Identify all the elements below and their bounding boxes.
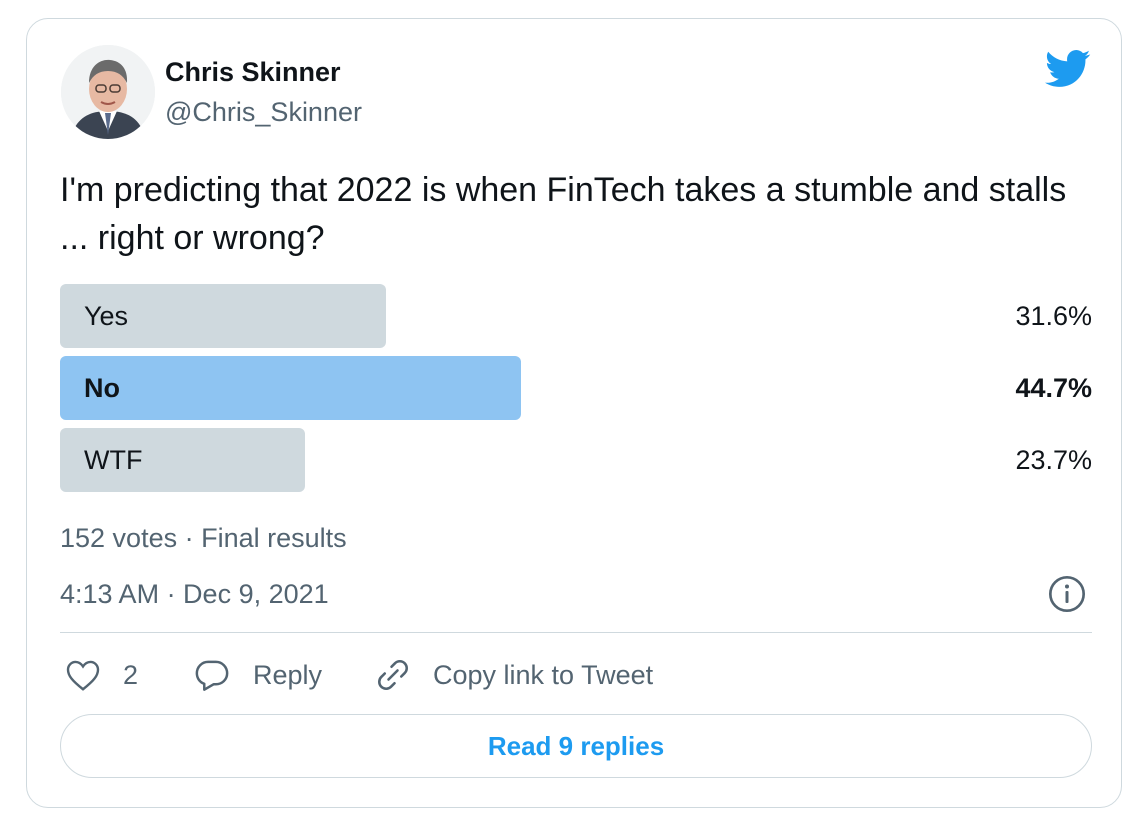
tweet-card: Chris Skinner @Chris_Skinner I'm predict…	[26, 18, 1122, 808]
reply-icon	[195, 660, 229, 691]
poll-option-percent: 23.7%	[1015, 445, 1092, 475]
poll-option-label: WTF	[84, 445, 143, 475]
author-name[interactable]: Chris Skinner	[165, 55, 341, 89]
divider	[60, 632, 1092, 633]
poll-bar	[60, 356, 521, 420]
reply-button[interactable]: Reply	[193, 655, 322, 695]
reply-label: Reply	[253, 659, 323, 690]
tweet-text: I'm predicting that 2022 is when FinTech…	[60, 171, 1067, 257]
author-handle[interactable]: @Chris_Skinner	[165, 95, 362, 129]
info-icon[interactable]	[1047, 574, 1087, 614]
copy-link-label: Copy link to Tweet	[433, 659, 654, 690]
poll-option-label: No	[84, 373, 120, 403]
copy-link-button[interactable]: Copy link to Tweet	[375, 655, 653, 695]
read-replies-button[interactable]: Read 9 replies	[60, 714, 1092, 778]
poll-summary: 152 votes · Final results	[60, 523, 347, 553]
poll-option-percent: 44.7%	[1015, 373, 1092, 403]
avatar-image	[61, 45, 155, 139]
like-count: 2	[123, 659, 139, 690]
heart-icon	[66, 660, 100, 691]
poll-option-label: Yes	[84, 301, 129, 331]
poll-option-no: No 44.7%	[60, 356, 1092, 420]
avatar[interactable]	[61, 45, 155, 139]
poll-option-wtf: WTF 23.7%	[60, 428, 1092, 492]
poll-option-yes: Yes 31.6%	[60, 284, 1092, 348]
link-icon	[378, 660, 408, 690]
twitter-bird-icon[interactable]	[1045, 49, 1091, 89]
poll-option-percent: 31.6%	[1015, 301, 1092, 331]
like-button[interactable]: 2	[65, 655, 138, 695]
tweet-timestamp[interactable]: 4:13 AM · Dec 9, 2021	[60, 577, 329, 611]
